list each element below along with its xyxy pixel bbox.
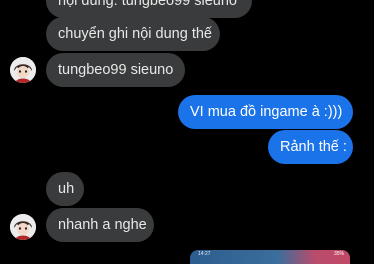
message-text: chuyển ghi nội dung thế xyxy=(58,26,212,42)
message-text: uh xyxy=(58,181,75,197)
preview-time: 14:27 xyxy=(198,251,211,257)
message-bubble-incoming[interactable]: tungbeo99 sieuno xyxy=(46,53,185,87)
image-attachment-preview[interactable]: 14:27 35% xyxy=(190,250,350,264)
message-text: Rảnh thế : xyxy=(280,139,347,155)
message-bubble-incoming[interactable]: uh xyxy=(46,172,84,206)
message-bubble-incoming[interactable]: nội dung: tungbeo99 sieuno xyxy=(46,0,252,18)
anime-avatar-icon xyxy=(10,57,36,83)
message-bubble-outgoing[interactable]: Rảnh thế : xyxy=(268,130,353,164)
avatar[interactable] xyxy=(10,214,36,240)
message-text: nhanh a nghe xyxy=(58,217,147,233)
message-bubble-incoming[interactable]: nhanh a nghe xyxy=(46,208,154,242)
message-bubble-incoming[interactable]: chuyển ghi nội dung thế xyxy=(46,17,220,51)
message-bubble-outgoing[interactable]: VI mua đồ ingame à :))) xyxy=(178,95,353,129)
message-text: nội dung: tungbeo99 sieuno xyxy=(58,0,237,9)
message-text: VI mua đồ ingame à :))) xyxy=(190,104,343,120)
anime-avatar-icon xyxy=(10,214,36,240)
preview-status: 35% xyxy=(333,251,344,257)
avatar[interactable] xyxy=(10,57,36,83)
message-text: tungbeo99 sieuno xyxy=(58,62,174,78)
